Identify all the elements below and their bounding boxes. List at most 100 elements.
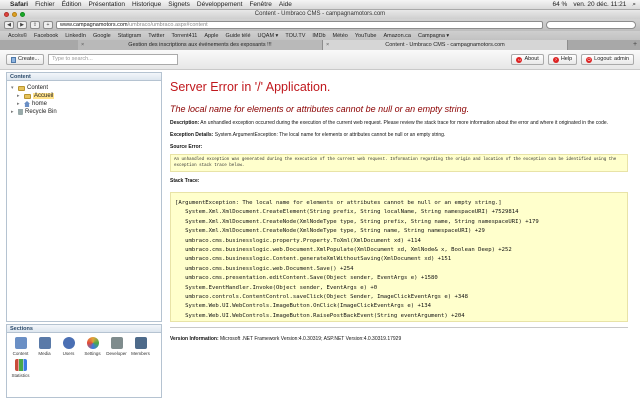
tree-node-content[interactable]: ▾ Content — [11, 84, 157, 92]
expand-icon[interactable]: ▸ — [11, 109, 16, 115]
media-section-icon — [38, 337, 51, 349]
section-label: Media — [38, 351, 51, 356]
section-settings[interactable]: Settings — [82, 337, 103, 356]
create-label: Create... — [18, 56, 40, 62]
menu-bar: Safari Fichier Édition Présentation Hist… — [0, 0, 640, 10]
bookmark-item[interactable]: Guide télé — [225, 33, 250, 39]
section-members[interactable]: Members — [130, 337, 151, 356]
minimize-window-icon[interactable] — [12, 12, 17, 17]
logout-icon: ⏻ — [586, 56, 593, 63]
section-label: Users — [62, 351, 75, 356]
bookmark-item[interactable]: Apple — [204, 33, 218, 39]
bookmark-item[interactable]: Amazon.ca — [383, 33, 411, 39]
error-subtitle: The local name for elements or attribute… — [170, 104, 470, 114]
stack-label: Stack Trace: — [170, 178, 200, 184]
window-title: Content - Umbraco CMS - campagnamotors.c… — [254, 11, 386, 17]
version-text: Microsoft .NET Framework Version:4.0.303… — [220, 336, 402, 342]
members-section-icon — [134, 337, 147, 349]
bookmark-item[interactable]: Google — [93, 33, 111, 39]
section-label: Statistics — [11, 373, 30, 378]
about-button[interactable]: u About — [511, 54, 544, 65]
statistics-section-icon — [14, 359, 27, 371]
back-button[interactable]: ◀ — [4, 21, 14, 29]
help-button[interactable]: ? Help — [547, 54, 578, 65]
section-label: Settings — [84, 351, 101, 356]
close-window-icon[interactable] — [4, 12, 9, 17]
close-tab-icon[interactable]: × — [81, 40, 84, 50]
bookmark-item[interactable]: Campagna ▾ — [418, 33, 449, 39]
menu-item-edit[interactable]: Édition — [62, 1, 82, 8]
bookmark-item[interactable]: Accès© — [8, 33, 27, 39]
add-button[interactable]: + — [43, 21, 53, 29]
tree-node-accueil[interactable]: ▸ Accueil — [11, 92, 157, 100]
folder-icon — [18, 85, 25, 91]
version-information: Version Information: Microsoft .NET Fram… — [170, 336, 634, 342]
bookmark-item[interactable]: Torrent411 — [171, 33, 197, 39]
section-label: Members — [131, 351, 150, 356]
browser-tab-active[interactable]: × Content - Umbraco CMS - campagnamotors… — [323, 40, 568, 50]
bookmark-item[interactable]: UQAM ▾ — [258, 33, 279, 39]
developer-section-icon — [110, 337, 123, 349]
share-button[interactable]: ⇪ — [30, 21, 40, 29]
help-icon: ? — [552, 56, 559, 63]
close-tab-icon[interactable]: × — [326, 40, 329, 50]
logout-button[interactable]: ⏻ Logout: admin — [581, 54, 634, 65]
spotlight-icon[interactable]: ⌕ — [632, 1, 636, 9]
content-tree: ▾ Content ▸ Accueil ▸ home ▸ Recycle Bin — [7, 81, 161, 119]
menu-item-view[interactable]: Présentation — [88, 1, 125, 8]
address-bar[interactable]: www.campagnamotors.com/umbraco/umbraco.a… — [56, 21, 543, 29]
bookmark-item[interactable]: Twitter — [148, 33, 164, 39]
section-developer[interactable]: Developer — [106, 337, 127, 356]
section-media[interactable]: Media — [34, 337, 55, 356]
details-label: Exception Details: — [170, 132, 214, 138]
section-label: Developer — [106, 351, 127, 356]
new-tab-button[interactable]: + — [630, 40, 640, 50]
content-tree-panel: Content ▾ Content ▸ Accueil ▸ home ▸ Rec… — [6, 72, 162, 322]
menu-app-name[interactable]: Safari — [10, 1, 28, 8]
section-users[interactable]: Users — [58, 337, 79, 356]
menu-item-window[interactable]: Fenêtre — [249, 1, 271, 8]
source-error-box: An unhandled exception was generated dur… — [170, 154, 628, 172]
browser-tab[interactable]: × Gestion des inscriptions aux événement… — [78, 40, 323, 50]
tree-node-recycle-bin[interactable]: ▸ Recycle Bin — [11, 108, 157, 116]
battery-status[interactable]: 64 % — [553, 1, 568, 8]
about-label: About — [524, 56, 539, 62]
forward-button[interactable]: ▶ — [17, 21, 27, 29]
tree-node-label: Recycle Bin — [25, 109, 57, 115]
menu-clock[interactable]: ven. 20 déc. 11:21 — [573, 1, 626, 8]
sections-panel-title: Sections — [7, 325, 161, 333]
expand-icon[interactable]: ▸ — [17, 93, 22, 99]
zoom-window-icon[interactable] — [20, 12, 25, 17]
tree-panel-title: Content — [7, 73, 161, 81]
source-error-heading: Source Error: — [170, 144, 634, 150]
tree-node-home[interactable]: ▸ home — [11, 100, 157, 108]
content-section-icon — [14, 337, 27, 349]
logout-label: Logout: admin — [594, 56, 629, 62]
recycle-bin-icon — [18, 109, 23, 115]
umbraco-header: Create... Type to search... u About ? He… — [0, 50, 640, 70]
section-label: Content — [12, 351, 29, 356]
umbraco-logo-icon: u — [516, 56, 523, 63]
collapse-icon[interactable]: ▾ — [11, 85, 16, 91]
bookmark-item[interactable]: YouTube — [355, 33, 377, 39]
menu-item-history[interactable]: Historique — [132, 1, 161, 8]
expand-icon[interactable]: ▸ — [17, 101, 22, 107]
create-button[interactable]: Create... — [6, 54, 45, 65]
bookmark-item[interactable]: TOU.TV — [285, 33, 305, 39]
section-content[interactable]: Content — [10, 337, 31, 356]
stack-trace-box: [ArgumentException: The local name for e… — [170, 192, 628, 322]
browser-search-field[interactable] — [546, 21, 636, 29]
menu-item-help[interactable]: Aide — [279, 1, 292, 8]
bookmark-item[interactable]: LinkedIn — [65, 33, 86, 39]
menu-item-bookmarks[interactable]: Signets — [168, 1, 190, 8]
details-text: System.ArgumentException: The local name… — [214, 132, 446, 138]
bookmark-item[interactable]: Météo — [333, 33, 348, 39]
menu-item-develop[interactable]: Développement — [197, 1, 243, 8]
bookmark-item[interactable]: Facebook — [34, 33, 58, 39]
bookmark-item[interactable]: IMDb — [312, 33, 325, 39]
home-icon — [24, 101, 30, 107]
bookmark-item[interactable]: Statigram — [118, 33, 142, 39]
umbraco-search-input[interactable]: Type to search... — [48, 54, 179, 65]
section-statistics[interactable]: Statistics — [10, 359, 31, 378]
menu-item-file[interactable]: Fichier — [35, 1, 55, 8]
